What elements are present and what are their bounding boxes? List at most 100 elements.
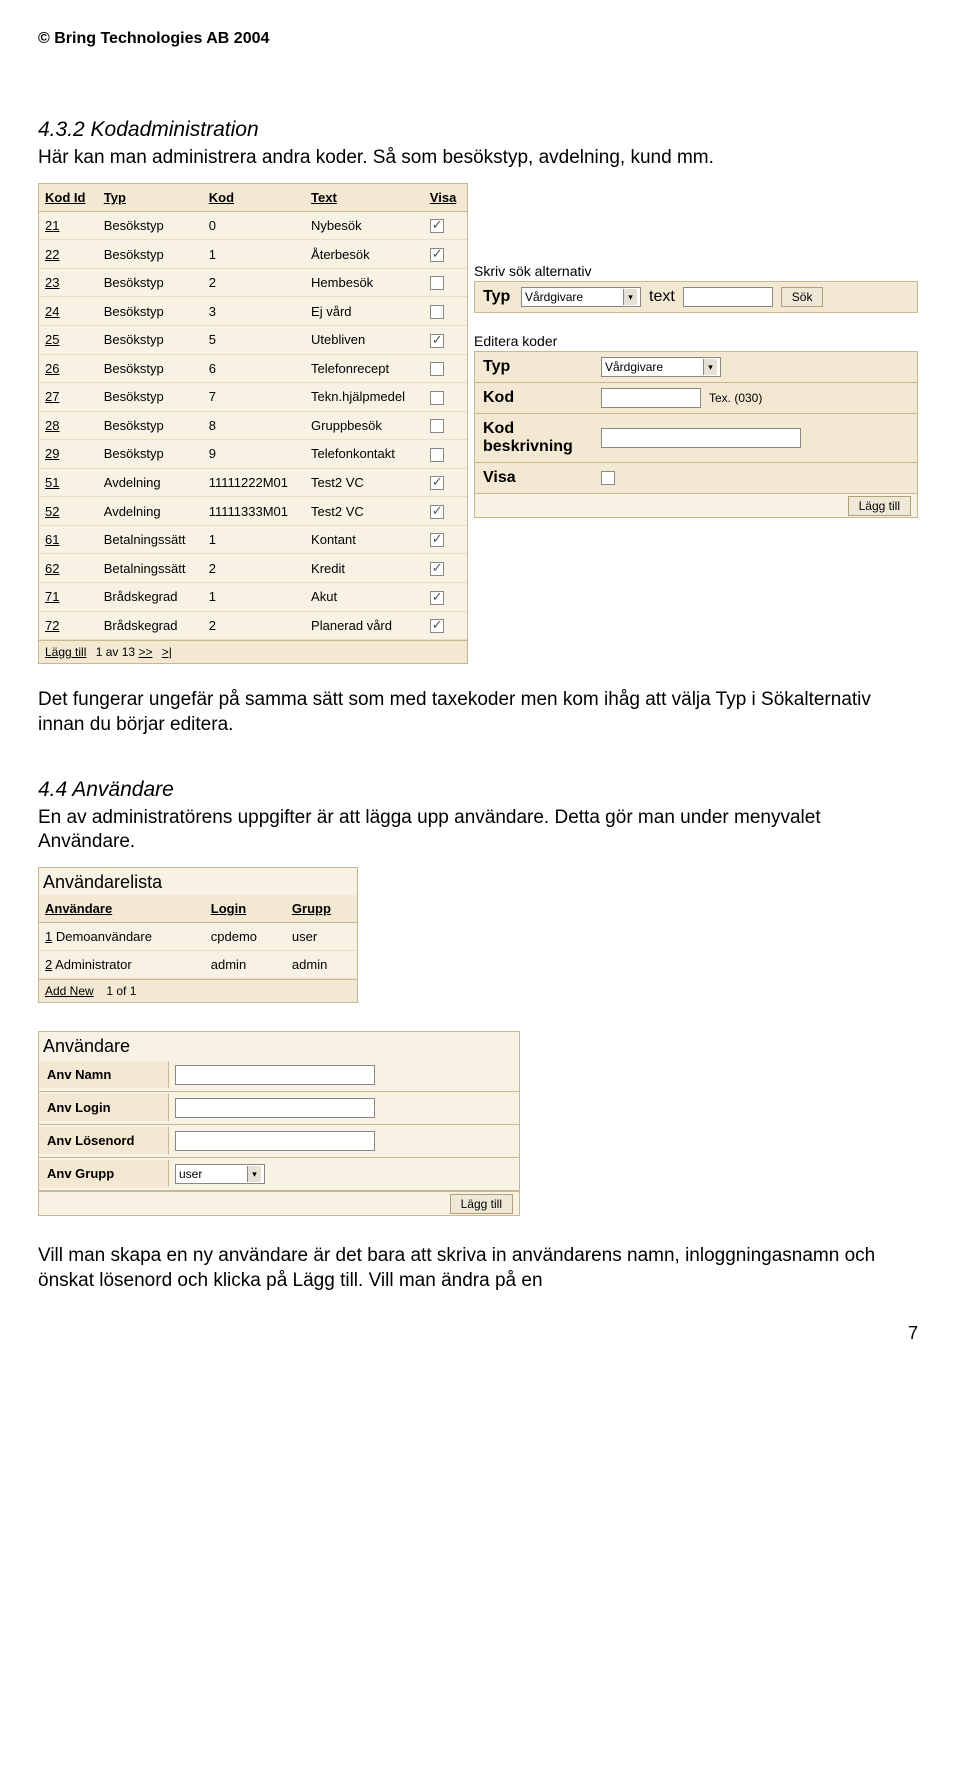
edit-visa-checkbox[interactable] bbox=[601, 471, 615, 485]
user-list-footer: Add New 1 of 1 bbox=[39, 979, 357, 1002]
table-row: 71Brådskegrad1Akut bbox=[39, 583, 467, 612]
edit-panel-title: Editera koder bbox=[474, 333, 918, 349]
visa-checkbox[interactable] bbox=[430, 562, 444, 576]
code-id-link[interactable]: 52 bbox=[45, 504, 59, 519]
edit-panel: Editera koder Typ Vårdgivare▾ Kod Tex. (… bbox=[474, 333, 918, 518]
section-intro-44: En av administratörens uppgifter är att … bbox=[38, 806, 922, 855]
chevron-down-icon: ▾ bbox=[247, 1166, 261, 1182]
table-header: Visa bbox=[424, 184, 467, 212]
edit-kod-input[interactable] bbox=[601, 388, 701, 408]
user-id-link[interactable]: 2 bbox=[45, 957, 52, 972]
anv-login-label: Anv Login bbox=[39, 1094, 169, 1121]
table-row: 21Besökstyp0Nybesök bbox=[39, 211, 467, 240]
code-id-link[interactable]: 27 bbox=[45, 389, 59, 404]
table-header: Login bbox=[205, 895, 286, 923]
visa-checkbox[interactable] bbox=[430, 276, 444, 290]
user-form-title: Användare bbox=[39, 1032, 519, 1057]
visa-checkbox[interactable] bbox=[430, 334, 444, 348]
code-id-link[interactable]: 51 bbox=[45, 475, 59, 490]
user-list-table: AnvändareLoginGrupp 1 Demoanvändarecpdem… bbox=[39, 895, 357, 979]
visa-checkbox[interactable] bbox=[430, 305, 444, 319]
table-row: 23Besökstyp2Hembesök bbox=[39, 268, 467, 297]
code-id-link[interactable]: 29 bbox=[45, 446, 59, 461]
user-id-link[interactable]: 1 bbox=[45, 929, 52, 944]
anv-login-input[interactable] bbox=[175, 1098, 375, 1118]
table-header: Användare bbox=[39, 895, 205, 923]
code-id-link[interactable]: 26 bbox=[45, 361, 59, 376]
visa-checkbox[interactable] bbox=[430, 448, 444, 462]
anv-grupp-select[interactable]: user▾ bbox=[175, 1164, 265, 1184]
code-id-link[interactable]: 28 bbox=[45, 418, 59, 433]
table-row: 51Avdelning11111222M01Test2 VC bbox=[39, 468, 467, 497]
search-button[interactable]: Sök bbox=[781, 287, 824, 307]
edit-add-button[interactable]: Lägg till bbox=[848, 496, 911, 516]
user-list-title: Användarelista bbox=[39, 868, 357, 893]
code-id-link[interactable]: 21 bbox=[45, 218, 59, 233]
chevron-down-icon: ▾ bbox=[623, 289, 637, 305]
visa-checkbox[interactable] bbox=[430, 419, 444, 433]
table-header: Typ bbox=[98, 184, 203, 212]
table-row: 1 Demoanvändarecpdemouser bbox=[39, 922, 357, 950]
code-id-link[interactable]: 61 bbox=[45, 532, 59, 547]
page-number: 7 bbox=[38, 1323, 922, 1344]
edit-visa-label: Visa bbox=[475, 463, 595, 493]
edit-kodbesk-input[interactable] bbox=[601, 428, 801, 448]
visa-checkbox[interactable] bbox=[430, 591, 444, 605]
chevron-down-icon: ▾ bbox=[703, 359, 717, 375]
table-row: 28Besökstyp8Gruppbesök bbox=[39, 411, 467, 440]
code-id-link[interactable]: 23 bbox=[45, 275, 59, 290]
code-id-link[interactable]: 71 bbox=[45, 589, 59, 604]
visa-checkbox[interactable] bbox=[430, 362, 444, 376]
last-page-link[interactable]: >| bbox=[162, 645, 172, 659]
section-heading-432: 4.3.2 Kodadministration bbox=[38, 118, 922, 142]
user-add-button[interactable]: Lägg till bbox=[450, 1194, 513, 1214]
anv-grupp-label: Anv Grupp bbox=[39, 1160, 169, 1187]
user-page-indicator: 1 of 1 bbox=[106, 984, 136, 998]
visa-checkbox[interactable] bbox=[430, 619, 444, 633]
visa-checkbox[interactable] bbox=[430, 391, 444, 405]
code-page-indicator: 1 av 13 bbox=[96, 645, 135, 659]
code-table: Kod IdTypKodTextVisa 21Besökstyp0Nybesök… bbox=[39, 184, 467, 640]
table-header: Kod Id bbox=[39, 184, 98, 212]
code-id-link[interactable]: 72 bbox=[45, 618, 59, 633]
section-heading-44: 4.4 Användare bbox=[38, 778, 922, 802]
table-row: 62Betalningssätt2Kredit bbox=[39, 554, 467, 583]
table-row: 27Besökstyp7Tekn.hjälpmedel bbox=[39, 383, 467, 412]
paragraph-after-codes: Det fungerar ungefär på samma sätt som m… bbox=[38, 688, 922, 737]
edit-kodbesk-label: Kod beskrivning bbox=[475, 414, 595, 462]
table-row: 72Brådskegrad2Planerad vård bbox=[39, 611, 467, 640]
visa-checkbox[interactable] bbox=[430, 219, 444, 233]
anv-losen-label: Anv Lösenord bbox=[39, 1127, 169, 1154]
search-text-input[interactable] bbox=[683, 287, 773, 307]
table-row: 61Betalningssätt1Kontant bbox=[39, 525, 467, 554]
visa-checkbox[interactable] bbox=[430, 248, 444, 262]
add-code-link[interactable]: Lägg till bbox=[45, 645, 86, 659]
section-intro-432: Här kan man administrera andra koder. Så… bbox=[38, 146, 922, 171]
table-row: 22Besökstyp1Återbesök bbox=[39, 240, 467, 269]
code-table-region: Kod IdTypKodTextVisa 21Besökstyp0Nybesök… bbox=[38, 183, 468, 664]
paragraph-bottom: Vill man skapa en ny användare är det ba… bbox=[38, 1244, 922, 1293]
visa-checkbox[interactable] bbox=[430, 505, 444, 519]
add-user-link[interactable]: Add New bbox=[45, 984, 94, 998]
next-page-link[interactable]: >> bbox=[138, 645, 152, 659]
code-id-link[interactable]: 22 bbox=[45, 247, 59, 262]
edit-typ-label: Typ bbox=[475, 352, 595, 382]
code-id-link[interactable]: 25 bbox=[45, 332, 59, 347]
search-panel: Skriv sök alternativ Typ Vårdgivare▾ tex… bbox=[474, 263, 918, 313]
code-id-link[interactable]: 24 bbox=[45, 304, 59, 319]
anv-namn-input[interactable] bbox=[175, 1065, 375, 1085]
table-header: Grupp bbox=[286, 895, 357, 923]
code-id-link[interactable]: 62 bbox=[45, 561, 59, 576]
visa-checkbox[interactable] bbox=[430, 533, 444, 547]
table-row: 52Avdelning11111333M01Test2 VC bbox=[39, 497, 467, 526]
copyright-line: © Bring Technologies AB 2004 bbox=[38, 30, 922, 48]
user-list-region: Användarelista AnvändareLoginGrupp 1 Dem… bbox=[38, 867, 358, 1003]
table-row: 25Besökstyp5Utebliven bbox=[39, 325, 467, 354]
anv-namn-label: Anv Namn bbox=[39, 1061, 169, 1088]
visa-checkbox[interactable] bbox=[430, 476, 444, 490]
edit-typ-select[interactable]: Vårdgivare▾ bbox=[601, 357, 721, 377]
search-typ-select[interactable]: Vårdgivare▾ bbox=[521, 287, 641, 307]
anv-losen-input[interactable] bbox=[175, 1131, 375, 1151]
search-text-label: text bbox=[649, 288, 675, 306]
search-typ-label: Typ bbox=[475, 282, 515, 312]
